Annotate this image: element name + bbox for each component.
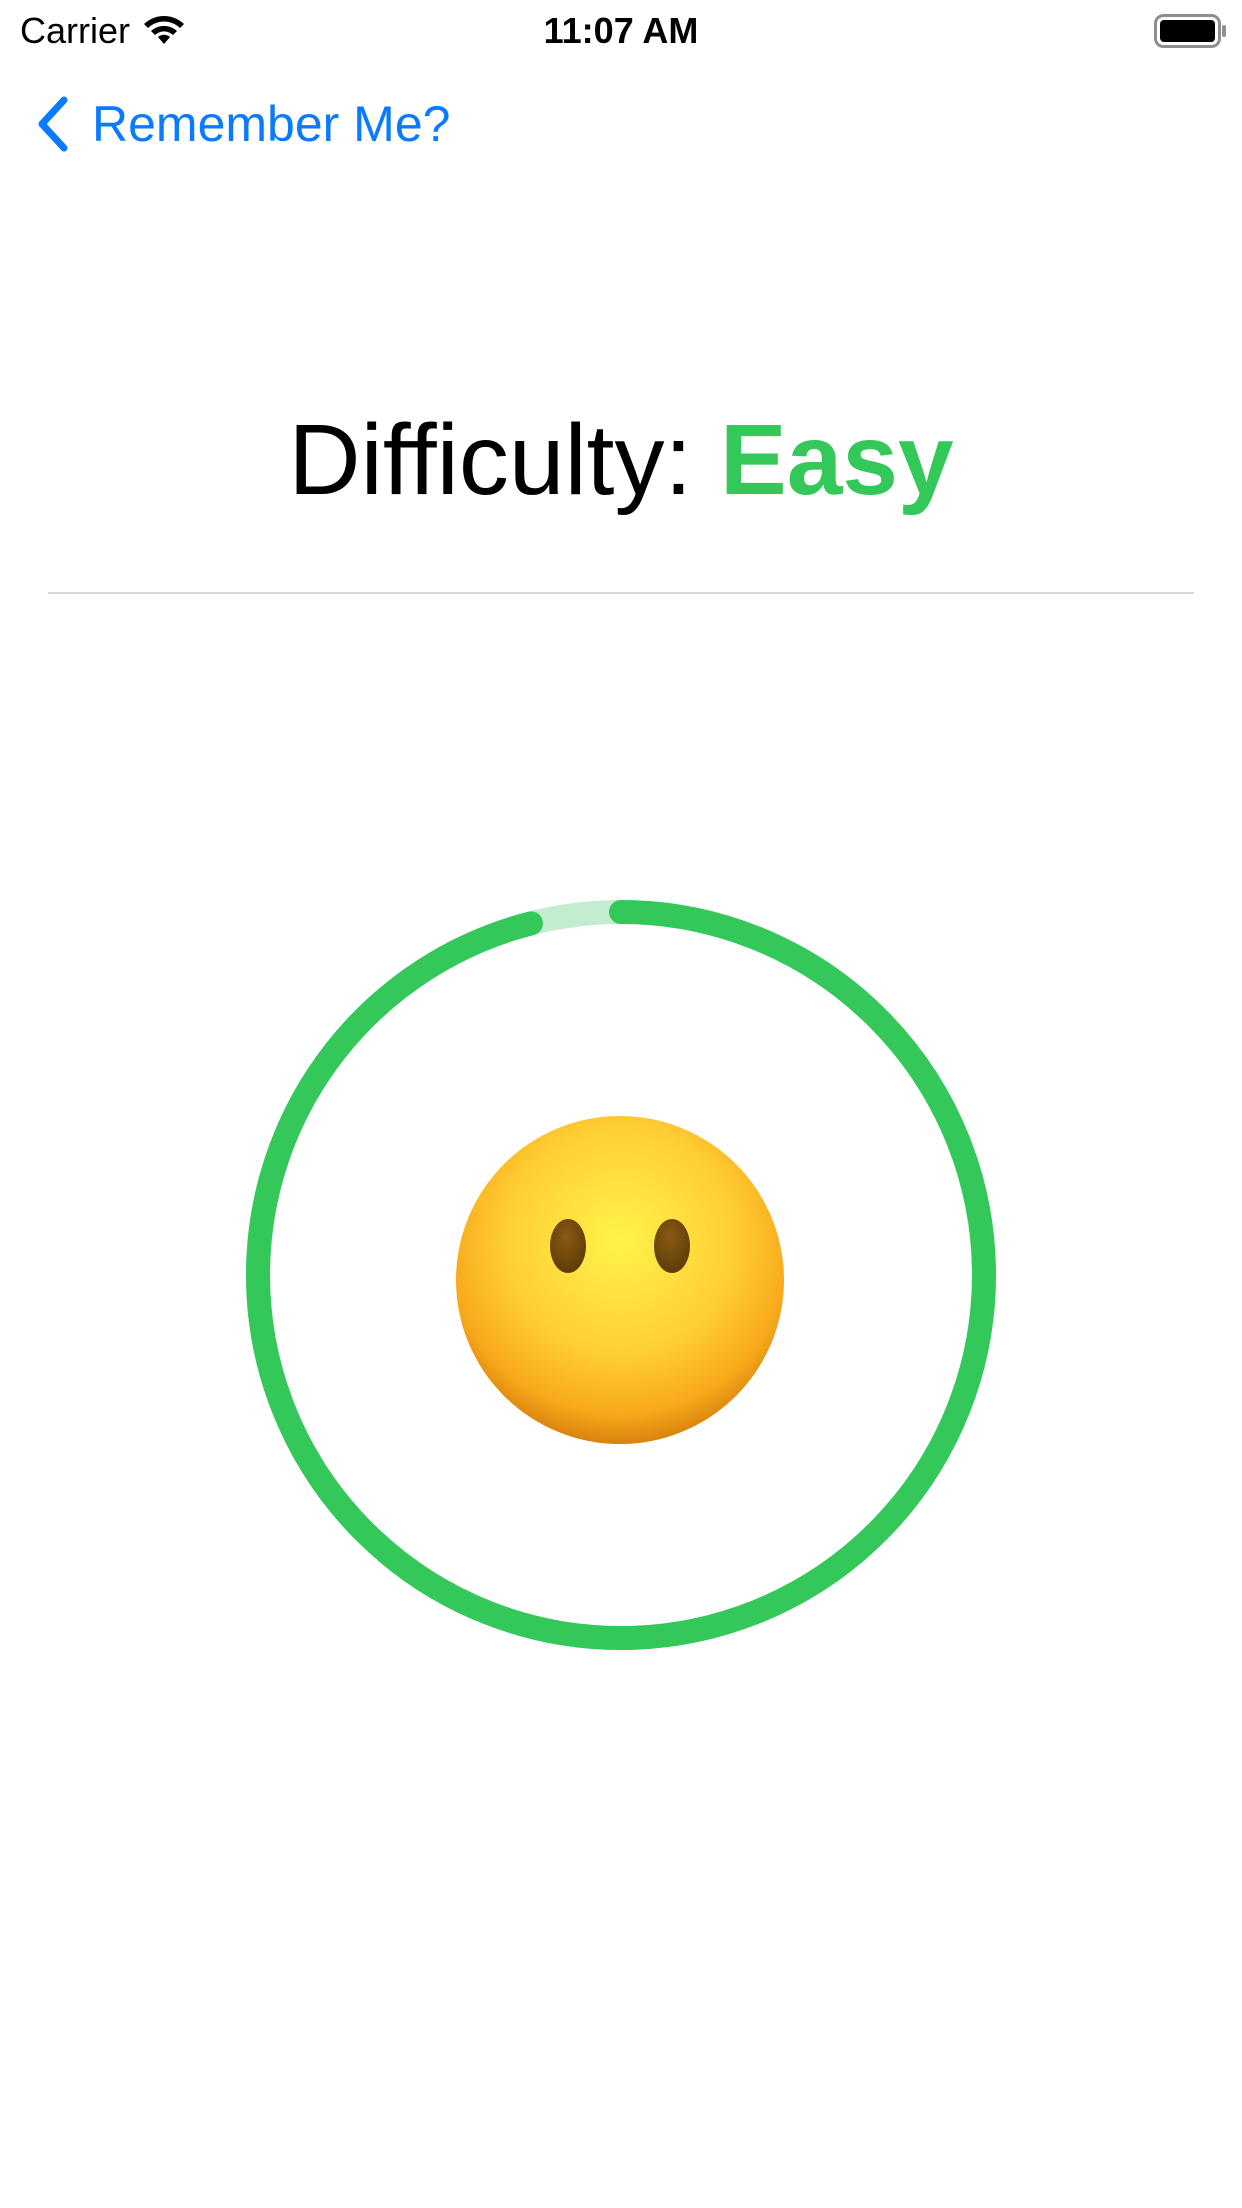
difficulty-heading: Difficulty: Easy [0,400,1242,520]
back-button-label: Remember Me? [92,96,451,152]
chevron-left-icon [38,96,68,152]
status-time: 11:07 AM [543,10,699,51]
difficulty-label: Difficulty: [288,404,693,516]
back-button[interactable]: Remember Me? [36,94,450,154]
difficulty-value: Easy [720,404,954,516]
divider [48,592,1194,594]
battery-icon [1154,14,1226,48]
status-bar: Carrier 11:07 AM [0,0,1242,60]
screen: Carrier 11:07 AM Remember Me? Difficulty… [0,0,1242,2208]
face-without-mouth-icon [454,1114,786,1446]
